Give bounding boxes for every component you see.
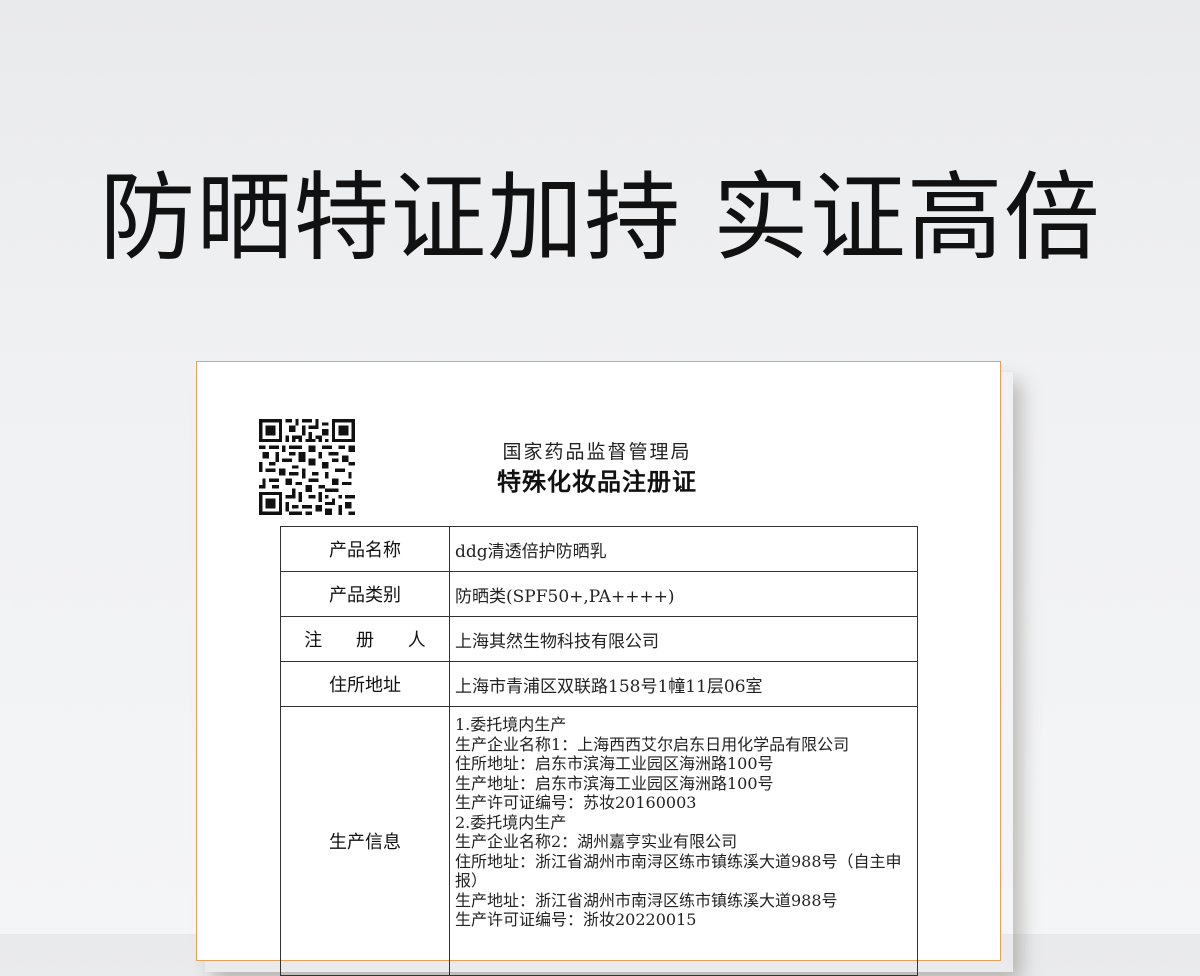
headline: 防晒特证加持 实证高倍 [99, 162, 1101, 274]
row-value: 上海其然生物科技有限公司 [449, 616, 918, 662]
row-label: 住所地址 [280, 661, 450, 707]
production-line: 生产企业名称2：湖州嘉亨实业有限公司 [455, 832, 738, 851]
production-line: 生产地址：浙江省湖州市南浔区练市镇练溪大道988号 [455, 890, 838, 910]
production-line: 2.委托境内生产 [455, 812, 567, 832]
production-info: 1.委托境内生产 生产企业名称1：上海西西艾尔启东日用化学品有限公司 住所地址：… [449, 706, 918, 976]
production-line: 1.委托境内生产 [455, 715, 567, 734]
table-row: 住所地址 上海市青浦区双联路158号1幢11层06室 [280, 661, 918, 707]
production-line: 生产企业名称1：上海西西艾尔启东日用化学品有限公司 [455, 734, 850, 754]
table-row: 产品名称 ddg清透倍护防晒乳 [280, 526, 918, 572]
issuer-name: 国家药品监督管理局 [502, 441, 692, 463]
production-line: 住所地址：浙江省湖州市南浔区练市镇练溪大道988号（自主申报） [455, 851, 902, 891]
row-value: 防晒类(SPF50+,PA++++) [449, 571, 918, 617]
production-line: 住所地址：启东市滨海工业园区海洲路100号 [455, 754, 774, 773]
table-row: 生产信息 1.委托境内生产 生产企业名称1：上海西西艾尔启东日用化学品有限公司 … [280, 706, 918, 976]
row-label: 注 册 人 [280, 616, 450, 662]
production-label: 生产信息 [280, 706, 450, 976]
row-label-text: 注 册 人 [304, 630, 440, 651]
row-value: ddg清透倍护防晒乳 [449, 526, 918, 572]
certificate-table: 产品名称 ddg清透倍护防晒乳 产品类别 防晒类(SPF50+,PA++++) … [280, 526, 918, 976]
certificate-title: 特殊化妆品注册证 [497, 468, 697, 496]
table-row: 产品类别 防晒类(SPF50+,PA++++) [280, 571, 918, 617]
production-line: 生产许可证编号：浙妆20220015 [455, 910, 697, 929]
table-row: 注 册 人 上海其然生物科技有限公司 [280, 616, 918, 662]
row-label: 产品名称 [280, 526, 450, 572]
certificate: 国家药品监督管理局 特殊化妆品注册证 产品名称 ddg清透倍护防晒乳 产品类别 … [196, 361, 1001, 976]
production-line: 生产地址：启东市滨海工业园区海洲路100号 [455, 773, 774, 793]
row-value: 上海市青浦区双联路158号1幢11层06室 [449, 661, 918, 707]
qr-code-icon [259, 419, 355, 515]
row-label: 产品类别 [280, 571, 450, 617]
production-line: 生产许可证编号：苏妆20160003 [455, 793, 697, 812]
